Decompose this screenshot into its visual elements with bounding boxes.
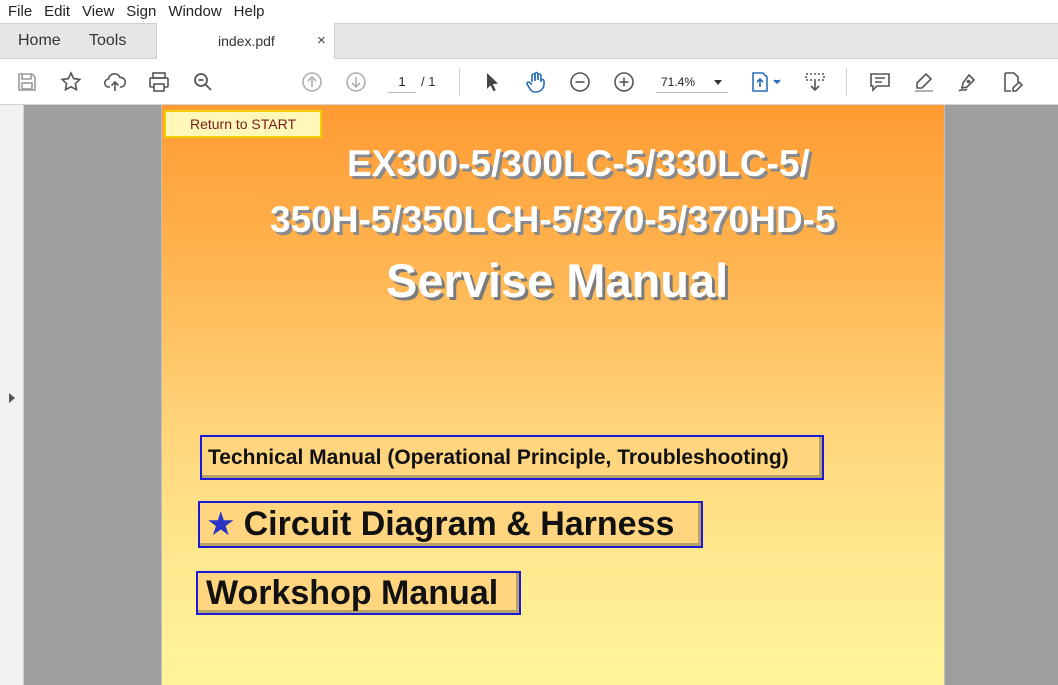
model-title-line-1: EX300-5/300LC-5/330LC-5/ xyxy=(347,143,810,184)
print-icon[interactable] xyxy=(146,69,172,95)
menu-window[interactable]: Window xyxy=(162,0,227,24)
next-page-icon[interactable] xyxy=(343,69,369,95)
menu-view[interactable]: View xyxy=(76,0,120,24)
workshop-manual-link[interactable]: Workshop Manual xyxy=(196,571,521,615)
zoom-out-icon[interactable] xyxy=(567,69,593,95)
menu-sign[interactable]: Sign xyxy=(120,0,162,24)
toolbar: 1 / 1 71.4% xyxy=(0,59,1058,105)
fit-page-icon[interactable] xyxy=(748,69,784,95)
page-number-input[interactable]: 1 xyxy=(388,71,416,93)
star-icon: ★ xyxy=(206,505,236,542)
tab-bar: Home Tools index.pdf × xyxy=(0,23,1058,60)
tab-home[interactable]: Home xyxy=(18,24,61,58)
menu-edit[interactable]: Edit xyxy=(38,0,76,24)
page-total: / 1 xyxy=(421,74,436,89)
menu-file[interactable]: File xyxy=(0,0,38,24)
toolbar-divider xyxy=(459,68,460,96)
menu-help[interactable]: Help xyxy=(228,0,271,24)
highlight-pen-icon[interactable] xyxy=(911,69,937,95)
hand-tool-icon[interactable] xyxy=(523,69,549,95)
model-title-line-2: 350H-5/350LCH-5/370-5/370HD-5 xyxy=(270,199,836,240)
zoom-select[interactable]: 71.4% xyxy=(656,71,728,93)
technical-manual-label: Technical Manual (Operational Principle,… xyxy=(208,446,789,469)
return-to-start-button[interactable]: Return to START xyxy=(164,110,322,138)
circuit-diagram-link[interactable]: ★ Circuit Diagram & Harness xyxy=(198,501,703,548)
select-cursor-icon[interactable] xyxy=(479,69,505,95)
menu-bar: File Edit View Sign Window Help xyxy=(0,0,1058,24)
document-viewer[interactable]: Return to START EX300-5/300LC-5/330LC-5/… xyxy=(24,105,1058,685)
chevron-down-icon xyxy=(714,80,722,85)
zoom-search-icon[interactable] xyxy=(190,69,216,95)
cloud-upload-icon[interactable] xyxy=(102,69,128,95)
save-icon[interactable] xyxy=(14,69,40,95)
tab-document-label: index.pdf xyxy=(218,33,275,49)
previous-page-icon[interactable] xyxy=(299,69,325,95)
scroll-mode-icon[interactable] xyxy=(802,69,828,95)
edit-document-icon[interactable] xyxy=(999,69,1025,95)
workshop-manual-label: Workshop Manual xyxy=(206,574,499,612)
left-panel-rail xyxy=(0,105,24,685)
comment-icon[interactable] xyxy=(867,69,893,95)
tab-tools[interactable]: Tools xyxy=(89,24,126,58)
zoom-value: 71.4% xyxy=(661,75,696,89)
technical-manual-link[interactable]: Technical Manual (Operational Principle,… xyxy=(200,435,824,480)
expand-panel-arrow-icon[interactable] xyxy=(9,393,15,403)
circuit-diagram-label: Circuit Diagram & Harness xyxy=(243,505,675,543)
bookmark-star-icon[interactable] xyxy=(58,69,84,95)
toolbar-divider xyxy=(846,68,847,96)
pdf-page: Return to START EX300-5/300LC-5/330LC-5/… xyxy=(161,105,945,685)
zoom-in-icon[interactable] xyxy=(611,69,637,95)
close-tab-icon[interactable]: × xyxy=(317,23,326,59)
sign-pen-icon[interactable] xyxy=(955,69,981,95)
tab-document[interactable]: index.pdf × xyxy=(156,23,335,60)
manual-title: Servise Manual xyxy=(386,254,729,307)
